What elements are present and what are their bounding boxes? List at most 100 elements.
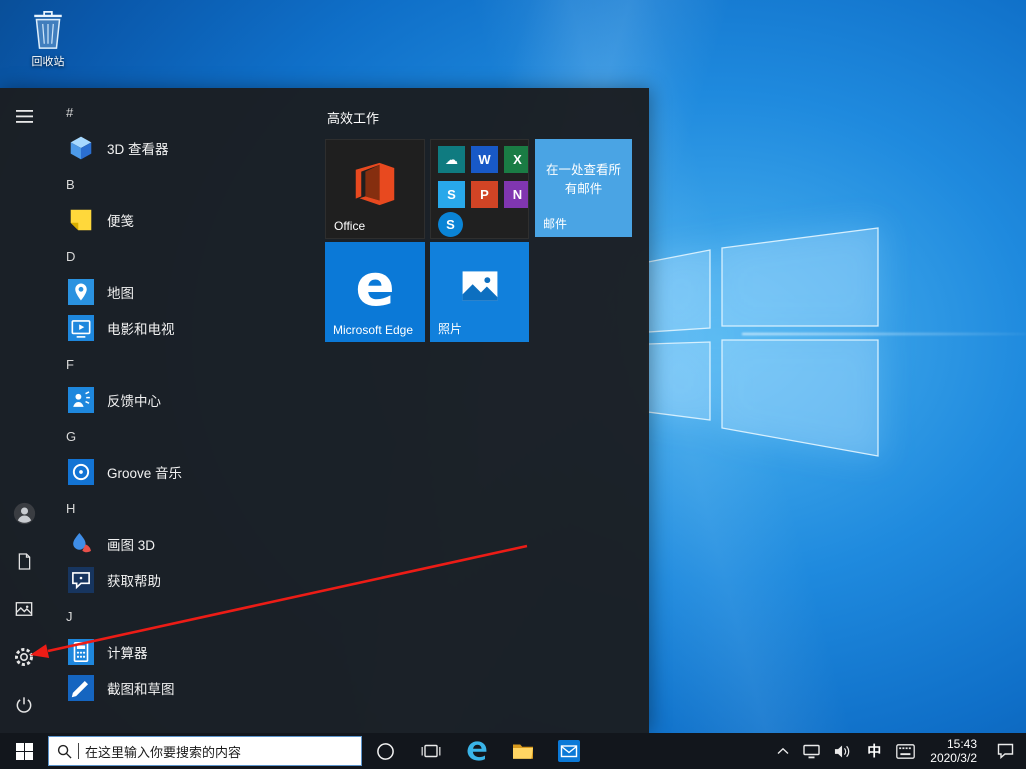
tile-label: 邮件 <box>543 217 568 231</box>
tile-office[interactable]: Office <box>325 139 425 239</box>
groove-icon <box>68 459 94 485</box>
keyboard-icon <box>896 743 916 759</box>
app-list-letter-header[interactable]: J <box>48 598 320 634</box>
edge-icon <box>464 738 490 764</box>
taskbar-search-box[interactable]: 在这里输入你要搜索的内容 <box>48 736 362 766</box>
mailapp-icon <box>557 739 581 763</box>
office-app-mini-icon: X <box>504 146 528 173</box>
user-account-button[interactable] <box>0 489 48 537</box>
app-list-item[interactable]: 画图 3D <box>48 526 320 562</box>
desktop: 回收站 #3D 查看器 B 便笺 D 地图电影和电视 F 反馈中心 G Groove 音乐 H 画图… <box>0 0 1026 769</box>
tile-label: 照片 <box>438 322 463 336</box>
network-button[interactable] <box>796 733 827 769</box>
app-list-letter-header[interactable]: H <box>48 490 320 526</box>
snip-icon <box>68 675 94 701</box>
office-mini-icons: ☁ W X S P N S <box>431 140 528 238</box>
mail-button[interactable] <box>546 733 592 769</box>
app-label: 截图和草图 <box>107 682 175 697</box>
stickynotes-icon <box>68 207 94 233</box>
expand-menu-button[interactable] <box>0 92 48 140</box>
office-app-mini-icon: S <box>438 181 465 208</box>
chevronup-icon <box>777 747 789 755</box>
speaker-icon <box>834 744 852 759</box>
keyboard-tray-button[interactable] <box>889 733 922 769</box>
app-list-item[interactable]: 反馈中心 <box>48 382 320 418</box>
documents-button[interactable] <box>0 537 48 585</box>
start-menu: #3D 查看器 B 便笺 D 地图电影和电视 F 反馈中心 G Groove 音乐 H 画图 3D 获… <box>0 88 649 733</box>
hamburger-icon <box>15 109 33 123</box>
pictures-button[interactable] <box>0 585 48 633</box>
cortana-icon <box>376 742 395 761</box>
app-list-item[interactable]: 获取帮助 <box>48 562 320 598</box>
pictures-icon <box>14 599 34 619</box>
gear-icon <box>13 646 35 668</box>
tile-microsoft-edge[interactable]: e Microsoft Edge <box>325 242 425 342</box>
mail-promo-text: 在一处查看所有邮件 <box>545 163 621 197</box>
document-icon <box>15 552 34 571</box>
app-label: 电影和电视 <box>107 322 175 337</box>
task-view-button[interactable] <box>408 733 454 769</box>
user-icon <box>12 501 37 526</box>
system-tray: 中 15:43 2020/3/2 <box>770 733 1026 769</box>
app-list-item[interactable]: 计算器 <box>48 634 320 670</box>
taskbar-clock[interactable]: 15:43 2020/3/2 <box>922 737 985 765</box>
office-logo-icon <box>353 162 397 206</box>
tile-office-apps[interactable]: ☁ W X S P N S <box>430 139 529 239</box>
photos-icon <box>457 271 503 309</box>
recycle-bin-icon <box>29 8 67 52</box>
volume-button[interactable] <box>827 733 859 769</box>
office-app-mini-icon: ☁ <box>438 146 465 173</box>
file-explorer-button[interactable] <box>500 733 546 769</box>
app-list-letter-header[interactable]: F <box>48 346 320 382</box>
windows-logo-icon <box>15 742 33 760</box>
app-list-item[interactable]: Groove 音乐 <box>48 454 320 490</box>
app-list-item[interactable]: 电影和电视 <box>48 310 320 346</box>
start-rail <box>0 88 48 733</box>
app-list-letter-header[interactable]: G <box>48 418 320 454</box>
app-list-item[interactable]: 截图和草图 <box>48 670 320 706</box>
cortana-button[interactable] <box>362 733 408 769</box>
app-label: Groove 音乐 <box>107 466 183 481</box>
moviestv-icon <box>68 315 94 341</box>
start-button[interactable] <box>0 733 48 769</box>
maps-icon <box>68 279 94 305</box>
app-list-item[interactable]: 3D 查看器 <box>48 130 320 166</box>
app-list-item[interactable]: 便笺 <box>48 202 320 238</box>
power-button[interactable] <box>0 681 48 729</box>
office-app-mini-icon: W <box>471 146 498 173</box>
app-list-letter-header[interactable]: # <box>48 94 320 130</box>
tray-overflow-button[interactable] <box>770 733 796 769</box>
gethelp-icon <box>68 567 94 593</box>
skype-mini-icon: S <box>438 212 463 237</box>
tile-label: Office <box>334 219 366 233</box>
paint3d-icon <box>68 531 94 557</box>
clock-time: 15:43 <box>946 737 977 751</box>
edge-logo-icon: e <box>355 251 395 319</box>
tile-photos[interactable]: 照片 <box>430 242 529 342</box>
ime-indicator[interactable]: 中 <box>859 733 889 769</box>
app-list-letter-header[interactable]: B <box>48 166 320 202</box>
settings-button[interactable] <box>0 633 48 681</box>
edge-button[interactable] <box>454 733 500 769</box>
app-label: 地图 <box>107 286 134 301</box>
tile-mail[interactable]: 在一处查看所有邮件 邮件 <box>535 139 632 237</box>
office-app-mini-icon: N <box>504 181 528 208</box>
recycle-bin-label: 回收站 <box>31 56 65 68</box>
network-icon <box>803 744 820 759</box>
app-list-letter-header[interactable]: D <box>48 238 320 274</box>
app-label: 获取帮助 <box>107 574 161 589</box>
text-caret <box>78 743 79 759</box>
wallpaper-light-ray <box>742 333 1026 335</box>
tile-group-title[interactable]: 高效工作 <box>327 108 379 127</box>
recycle-bin[interactable]: 回收站 <box>14 8 82 69</box>
app-label: 3D 查看器 <box>107 142 169 157</box>
explorer-icon <box>511 739 535 763</box>
app-list-item[interactable]: 地图 <box>48 274 320 310</box>
app-label: 计算器 <box>107 646 148 661</box>
feedback-icon <box>68 387 94 413</box>
action-center-button[interactable] <box>985 733 1026 769</box>
start-app-list: #3D 查看器 B 便笺 D 地图电影和电视 F 反馈中心 G Groove 音乐 H 画图 3D 获… <box>48 94 320 733</box>
office-app-mini-icon: P <box>471 181 498 208</box>
clock-date: 2020/3/2 <box>930 751 977 765</box>
search-icon <box>57 744 72 759</box>
